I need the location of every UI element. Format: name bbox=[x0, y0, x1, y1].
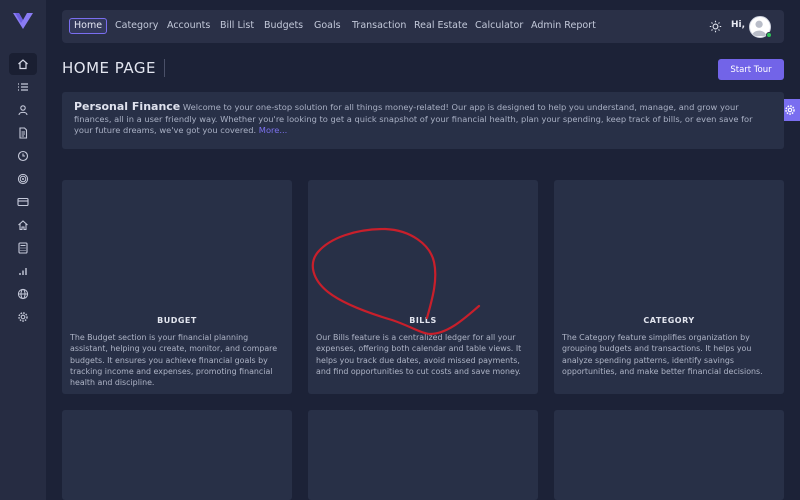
nav-accounts[interactable]: Accounts bbox=[167, 20, 210, 32]
sidebar-card-icon[interactable] bbox=[9, 192, 37, 212]
sidebar bbox=[0, 0, 46, 500]
feature-card[interactable] bbox=[308, 410, 538, 500]
nav-transaction[interactable]: Transaction bbox=[352, 20, 406, 32]
bills-card[interactable]: BILLS Our Bills feature is a centralized… bbox=[308, 180, 538, 394]
card-title: CATEGORY bbox=[643, 316, 695, 325]
nav-admin-report[interactable]: Admin Report bbox=[531, 20, 596, 32]
sidebar-target-icon[interactable] bbox=[9, 169, 37, 189]
sidebar-document-icon[interactable] bbox=[9, 123, 37, 143]
sidebar-calculator-icon[interactable] bbox=[9, 238, 37, 258]
top-nav-bar: Home Category Accounts Bill List Budgets… bbox=[62, 10, 784, 43]
theme-toggle-sun-icon[interactable] bbox=[709, 20, 722, 33]
nav-budgets[interactable]: Budgets bbox=[264, 20, 303, 32]
card-description: The Budget section is your financial pla… bbox=[70, 333, 278, 388]
nav-calculator[interactable]: Calculator bbox=[475, 20, 523, 32]
nav-bill-list[interactable]: Bill List bbox=[220, 20, 254, 32]
nav-category[interactable]: Category bbox=[115, 20, 158, 32]
online-status-dot bbox=[766, 32, 772, 38]
intro-more-link[interactable]: More... bbox=[259, 125, 287, 135]
nav-goals[interactable]: Goals bbox=[314, 20, 341, 32]
feature-card[interactable] bbox=[62, 410, 292, 500]
sidebar-gear-icon[interactable] bbox=[9, 307, 37, 327]
nav-home[interactable]: Home bbox=[69, 18, 108, 34]
feature-card[interactable] bbox=[554, 410, 784, 500]
sidebar-globe-icon[interactable] bbox=[9, 284, 37, 304]
category-card[interactable]: CATEGORY The Category feature simplifies… bbox=[554, 180, 784, 394]
sidebar-bar-chart-icon[interactable] bbox=[9, 261, 37, 281]
card-description: The Category feature simplifies organiza… bbox=[562, 333, 763, 376]
card-description: Our Bills feature is a centralized ledge… bbox=[316, 333, 522, 376]
intro-panel: Personal Finance Welcome to your one-sto… bbox=[62, 92, 784, 149]
sidebar-user-icon[interactable] bbox=[9, 100, 37, 120]
card-title: BILLS bbox=[409, 316, 437, 325]
start-tour-button[interactable]: Start Tour bbox=[718, 59, 784, 80]
sidebar-clock-icon[interactable] bbox=[9, 146, 37, 166]
nav-real-estate[interactable]: Real Estate bbox=[414, 20, 468, 32]
app-logo[interactable] bbox=[12, 10, 34, 30]
page-title: HOME PAGE bbox=[62, 59, 165, 77]
intro-title: Personal Finance bbox=[74, 100, 181, 113]
budget-card[interactable]: BUDGET The Budget section is your financ… bbox=[62, 180, 292, 394]
sidebar-house-icon[interactable] bbox=[9, 215, 37, 235]
card-title: BUDGET bbox=[157, 316, 197, 325]
sidebar-list-icon[interactable] bbox=[9, 77, 37, 97]
gear-icon bbox=[784, 105, 795, 115]
greeting-text: Hi, bbox=[731, 20, 746, 30]
sidebar-home-icon[interactable] bbox=[9, 53, 37, 75]
